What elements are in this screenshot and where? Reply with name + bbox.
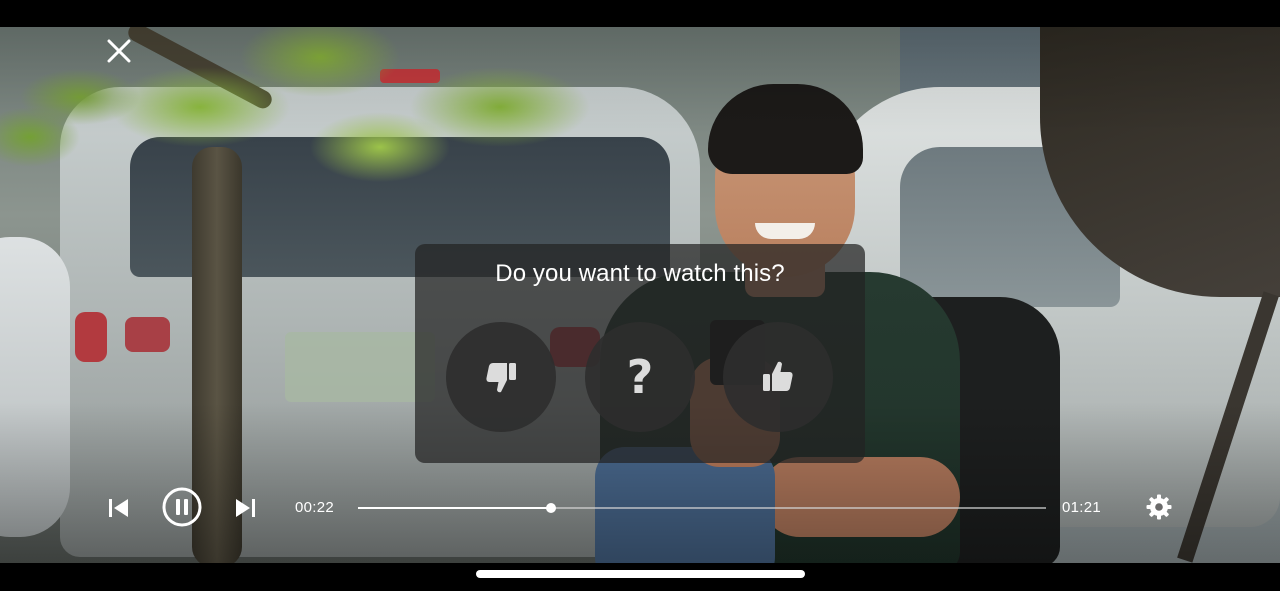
thumbs-up-icon [763, 361, 793, 391]
gear-icon [1146, 494, 1172, 520]
rating-prompt: Do you want to watch this? ? [415, 244, 865, 463]
question-mark-icon: ? [626, 350, 654, 404]
close-icon [107, 39, 131, 63]
skip-next-icon [236, 499, 255, 517]
home-indicator[interactable] [476, 570, 805, 578]
duration-time: 01:21 [1062, 499, 1102, 516]
progress-played [358, 507, 551, 509]
thumbs-down-button[interactable] [446, 322, 556, 432]
pause-icon [162, 487, 202, 527]
current-time: 00:22 [295, 499, 335, 516]
pause-button[interactable] [162, 487, 202, 527]
close-button[interactable] [104, 36, 134, 66]
not-sure-button[interactable]: ? [585, 322, 695, 432]
rating-prompt-title: Do you want to watch this? [495, 260, 785, 287]
thumbs-up-button[interactable] [723, 322, 833, 432]
thumbs-down-icon [486, 363, 516, 393]
video-player-screen: Do you want to watch this? ? 00:22 01:21 [0, 0, 1280, 591]
progress-thumb[interactable] [545, 503, 556, 513]
skip-previous-icon [109, 499, 128, 517]
progress-slider[interactable] [358, 502, 1046, 514]
settings-button[interactable] [1145, 493, 1173, 521]
previous-button[interactable] [106, 495, 132, 521]
next-button[interactable] [232, 495, 258, 521]
